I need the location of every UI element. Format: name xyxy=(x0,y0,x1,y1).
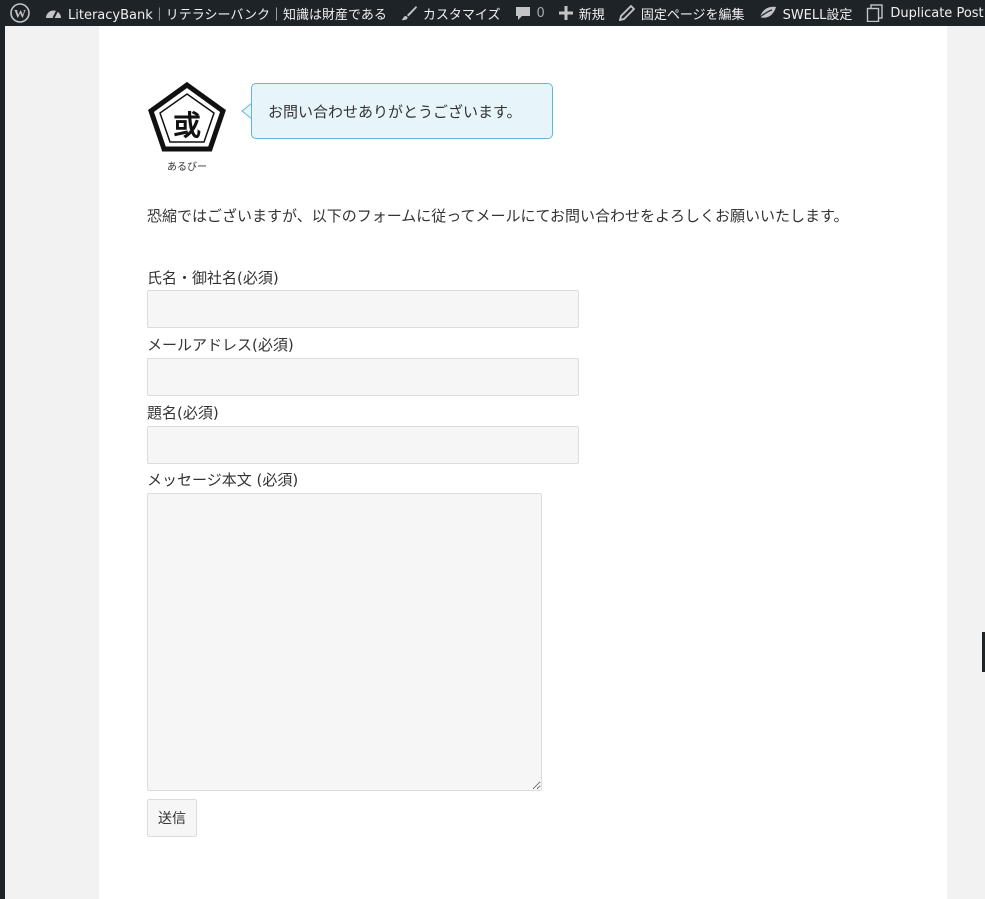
duplicate-post-label: Duplicate Post xyxy=(890,5,984,21)
email-label: メールアドレス(必須) xyxy=(147,336,294,354)
svg-text:W: W xyxy=(14,7,26,21)
name-label: 氏名・御社名(必須) xyxy=(147,269,279,287)
comments-menu[interactable]: 0 xyxy=(508,0,552,26)
comment-bubble-icon xyxy=(515,5,531,21)
edit-page-label: 固定ページを編集 xyxy=(640,7,745,23)
subject-label: 題名(必須) xyxy=(147,404,219,422)
balloon-message: お問い合わせありがとうございます。 xyxy=(251,83,553,139)
new-label: 新規 xyxy=(578,7,605,23)
pencil-icon xyxy=(618,5,635,21)
comments-count: 0 xyxy=(536,5,545,21)
subject-input[interactable] xyxy=(147,426,579,464)
duplicate-icon xyxy=(866,4,884,22)
edit-page-menu[interactable]: 固定ページを編集 xyxy=(612,0,752,26)
site-name: LiteracyBank｜リテラシーバンク｜知識は財産である xyxy=(68,7,387,23)
wordpress-icon: W xyxy=(10,3,30,23)
new-content-menu[interactable]: 新規 xyxy=(552,0,612,26)
customize-label: カスタマイズ xyxy=(422,7,501,23)
customize-menu[interactable]: カスタマイズ xyxy=(394,0,508,26)
dashboard-icon xyxy=(45,6,62,20)
swell-leaf-icon xyxy=(759,5,777,21)
admin-bar: W LiteracyBank｜リテラシーバンク｜知識は財産である カスタマイズ … xyxy=(0,0,985,26)
name-input[interactable] xyxy=(147,290,579,328)
message-textarea[interactable] xyxy=(147,493,542,791)
swell-settings-menu[interactable]: SWELL設定 xyxy=(752,0,860,26)
avatar-pentagon-icon: 或 xyxy=(148,81,226,152)
paintbrush-icon xyxy=(401,5,417,21)
submit-button[interactable]: 送信 xyxy=(147,799,197,837)
swell-settings-label: SWELL設定 xyxy=(782,7,853,23)
wordpress-menu[interactable]: W xyxy=(0,0,38,26)
email-input[interactable] xyxy=(147,358,579,396)
svg-text:或: 或 xyxy=(173,109,201,142)
avatar-name: あるびー xyxy=(167,162,207,173)
left-dark-edge xyxy=(0,26,5,899)
intro-text: 恐縮ではございますが、以下のフォームに従ってメールにてお問い合わせをよろしくお願… xyxy=(147,207,849,225)
duplicate-post-menu[interactable]: Duplicate Post xyxy=(859,0,985,26)
avatar: 或 xyxy=(147,81,227,153)
site-name-menu[interactable]: LiteracyBank｜リテラシーバンク｜知識は財産である xyxy=(38,0,394,26)
plus-icon xyxy=(558,6,573,20)
message-label: メッセージ本文 (必須) xyxy=(147,471,299,489)
